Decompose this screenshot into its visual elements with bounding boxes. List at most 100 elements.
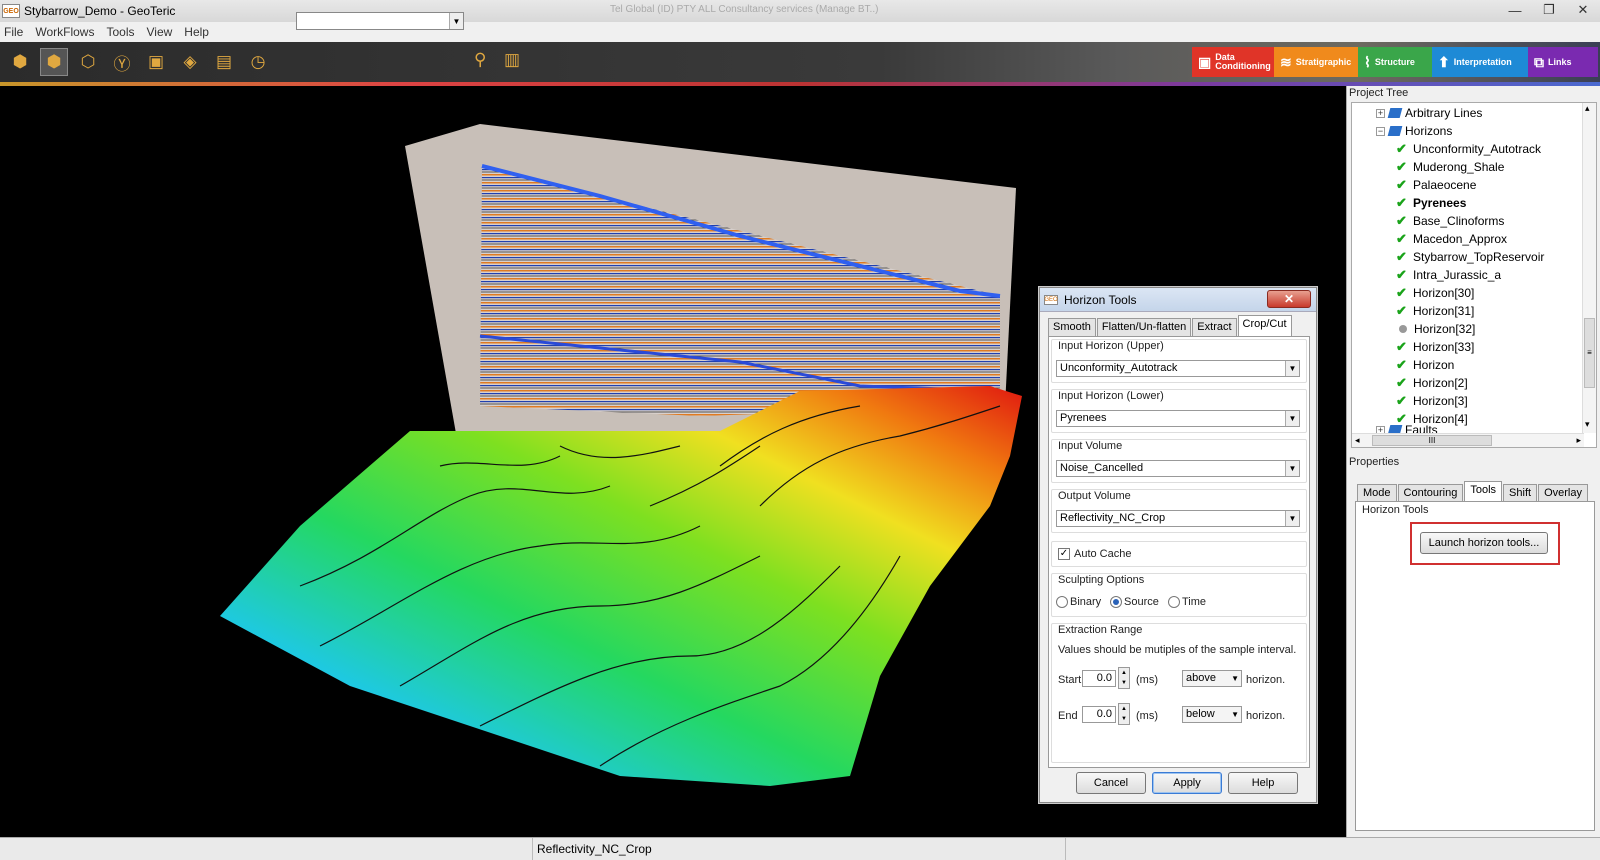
check-icon[interactable]: ✔ bbox=[1396, 195, 1410, 211]
tab-shift[interactable]: Shift bbox=[1503, 484, 1538, 501]
spin-down-icon[interactable]: ▼ bbox=[1121, 716, 1127, 722]
pin-icon[interactable]: ⚲ bbox=[474, 50, 486, 70]
chevron-down-icon[interactable]: ▼ bbox=[1231, 671, 1239, 686]
tab-mode[interactable]: Mode bbox=[1357, 484, 1397, 501]
tab-flatten[interactable]: Flatten/Un-flatten bbox=[1096, 318, 1192, 336]
tree-item-horizon[interactable]: ✔ Muderong_Shale bbox=[1396, 158, 1504, 176]
start-position-select[interactable]: above ▼ bbox=[1182, 670, 1242, 687]
tree-item-horizon[interactable]: ✔ Intra_Jurassic_a bbox=[1396, 266, 1501, 284]
menu-view[interactable]: View bbox=[146, 25, 172, 39]
help-button[interactable]: Help bbox=[1228, 772, 1298, 794]
tree-item-horizon[interactable]: ✔ Base_Clinoforms bbox=[1396, 212, 1504, 230]
scroll-down-icon[interactable]: ▾ bbox=[1585, 419, 1590, 430]
spin-up-icon[interactable]: ▲ bbox=[1121, 706, 1127, 712]
tree-item-horizon[interactable]: ✔ Stybarrow_TopReservoir bbox=[1396, 248, 1544, 266]
collapse-icon[interactable]: − bbox=[1376, 126, 1385, 136]
cube-y-icon[interactable]: Ⓨ bbox=[108, 48, 136, 76]
tab-contouring[interactable]: Contouring bbox=[1397, 484, 1464, 501]
chevron-down-icon[interactable]: ▼ bbox=[1285, 411, 1299, 426]
chevron-down-icon[interactable]: ▼ bbox=[1285, 361, 1299, 376]
tab-smooth[interactable]: Smooth bbox=[1048, 318, 1096, 336]
tree-item-horizon[interactable]: ✔ Horizon[2] bbox=[1396, 374, 1468, 392]
menu-file[interactable]: File bbox=[4, 25, 23, 39]
minimize-button[interactable]: — bbox=[1498, 0, 1532, 20]
module-links[interactable]: ⧉ Links bbox=[1528, 47, 1598, 77]
check-icon[interactable]: ✔ bbox=[1396, 231, 1410, 247]
cube-axes-icon[interactable]: ⬡ bbox=[74, 48, 102, 76]
chevron-down-icon[interactable]: ▼ bbox=[1285, 511, 1299, 526]
check-icon[interactable]: ✔ bbox=[1396, 393, 1410, 409]
cancel-button[interactable]: Cancel bbox=[1076, 772, 1146, 794]
launch-horizon-tools-button[interactable]: Launch horizon tools... bbox=[1420, 532, 1548, 554]
check-icon[interactable]: ✔ bbox=[1396, 357, 1410, 373]
radio-binary[interactable] bbox=[1056, 596, 1068, 608]
check-icon[interactable]: ✔ bbox=[1396, 303, 1410, 319]
end-spinner[interactable]: ▲ ▼ bbox=[1118, 703, 1130, 725]
scroll-left-icon[interactable]: ◂ bbox=[1355, 435, 1360, 446]
start-spinner[interactable]: ▲ ▼ bbox=[1118, 667, 1130, 689]
tab-tools[interactable]: Tools bbox=[1464, 481, 1503, 501]
check-icon[interactable]: ✔ bbox=[1396, 159, 1410, 175]
tree-item-horizon[interactable]: ✔ Unconformity_Autotrack bbox=[1396, 140, 1541, 158]
end-input[interactable]: 0.0 bbox=[1082, 706, 1116, 723]
tree-item-horizon[interactable]: ✔ Pyrenees bbox=[1396, 194, 1466, 212]
cube-rotate-icon[interactable]: ◈ bbox=[176, 48, 204, 76]
input-upper-select[interactable]: Unconformity_Autotrack ▼ bbox=[1056, 360, 1300, 377]
tab-crop-cut[interactable]: Crop/Cut bbox=[1237, 315, 1292, 336]
dot-icon[interactable] bbox=[1399, 325, 1407, 333]
radio-source[interactable] bbox=[1110, 596, 1122, 608]
close-button[interactable]: ✕ bbox=[1566, 0, 1600, 20]
scroll-right-icon[interactable]: ▸ bbox=[1576, 435, 1581, 446]
menu-workflows[interactable]: WorkFlows bbox=[35, 25, 94, 39]
tab-overlay[interactable]: Overlay bbox=[1538, 484, 1588, 501]
dialog-title-bar[interactable]: GEO Horizon Tools ✕ bbox=[1040, 288, 1316, 312]
check-icon[interactable]: ✔ bbox=[1396, 375, 1410, 391]
tree-horizontal-scrollbar[interactable]: ◂ III ▸ bbox=[1352, 433, 1584, 447]
check-icon[interactable]: ✔ bbox=[1396, 177, 1410, 193]
scroll-up-icon[interactable]: ▴ bbox=[1585, 103, 1590, 114]
scroll-thumb[interactable]: ≡ bbox=[1584, 318, 1595, 388]
module-data-conditioning[interactable]: ▣ Data Conditioning bbox=[1192, 47, 1274, 77]
check-icon[interactable]: ✔ bbox=[1396, 267, 1410, 283]
radio-time[interactable] bbox=[1168, 596, 1180, 608]
tree-item-horizon[interactable]: ✔ Horizon[31] bbox=[1396, 302, 1474, 320]
tree-item-horizon[interactable]: ✔ Horizon[30] bbox=[1396, 284, 1474, 302]
stopwatch-icon[interactable]: ◷ bbox=[244, 48, 272, 76]
cube-select-icon[interactable]: ⬢ bbox=[40, 48, 68, 76]
layers-icon[interactable]: ▤ bbox=[210, 48, 238, 76]
tree-item-horizon[interactable]: ✔ Macedon_Approx bbox=[1396, 230, 1507, 248]
input-volume-select[interactable]: Noise_Cancelled ▼ bbox=[1056, 460, 1300, 477]
tree-item-horizon[interactable]: ✔ Palaeocene bbox=[1396, 176, 1476, 194]
spin-down-icon[interactable]: ▼ bbox=[1121, 680, 1127, 686]
tree-item-horizons[interactable]: − Horizons bbox=[1376, 122, 1452, 140]
chevron-down-icon[interactable]: ▼ bbox=[1285, 461, 1299, 476]
cube-slice-icon[interactable]: ▣ bbox=[142, 48, 170, 76]
end-position-select[interactable]: below ▼ bbox=[1182, 706, 1242, 723]
chevron-down-icon[interactable]: ▼ bbox=[449, 13, 463, 29]
maximize-button[interactable]: ❐ bbox=[1532, 0, 1566, 20]
auto-cache-checkbox[interactable]: ✓ bbox=[1058, 548, 1070, 560]
check-icon[interactable]: ✔ bbox=[1396, 141, 1410, 157]
tree-item-horizon[interactable]: ✔ Horizon[33] bbox=[1396, 338, 1474, 356]
cube-icon[interactable]: ⬢ bbox=[6, 48, 34, 76]
apply-button[interactable]: Apply bbox=[1152, 772, 1222, 794]
dialog-close-button[interactable]: ✕ bbox=[1267, 290, 1311, 308]
expand-icon[interactable]: + bbox=[1376, 108, 1385, 118]
chevron-down-icon[interactable]: ▼ bbox=[1231, 707, 1239, 722]
module-structure[interactable]: ⌇ Structure bbox=[1358, 47, 1432, 77]
tree-item-horizon[interactable]: ✔ Horizon[3] bbox=[1396, 392, 1468, 410]
tab-extract[interactable]: Extract bbox=[1192, 318, 1237, 336]
check-icon[interactable]: ✔ bbox=[1396, 213, 1410, 229]
scroll-thumb[interactable]: III bbox=[1372, 435, 1492, 446]
module-interpretation[interactable]: ⬆ Interpretation bbox=[1432, 47, 1528, 77]
tree-item-arbitrary-lines[interactable]: + Arbitrary Lines bbox=[1376, 104, 1482, 122]
module-stratigraphic[interactable]: ≋ Stratigraphic bbox=[1274, 47, 1358, 77]
check-icon[interactable]: ✔ bbox=[1396, 285, 1410, 301]
tree-item-horizon[interactable]: Horizon[32] bbox=[1396, 320, 1475, 338]
menu-tools[interactable]: Tools bbox=[106, 25, 134, 39]
check-icon[interactable]: ✔ bbox=[1396, 339, 1410, 355]
input-lower-select[interactable]: Pyrenees ▼ bbox=[1056, 410, 1300, 427]
start-input[interactable]: 0.0 bbox=[1082, 670, 1116, 687]
toolbar-combo[interactable]: ▼ bbox=[296, 12, 464, 30]
clipboard-icon[interactable]: ▥ bbox=[504, 50, 520, 70]
